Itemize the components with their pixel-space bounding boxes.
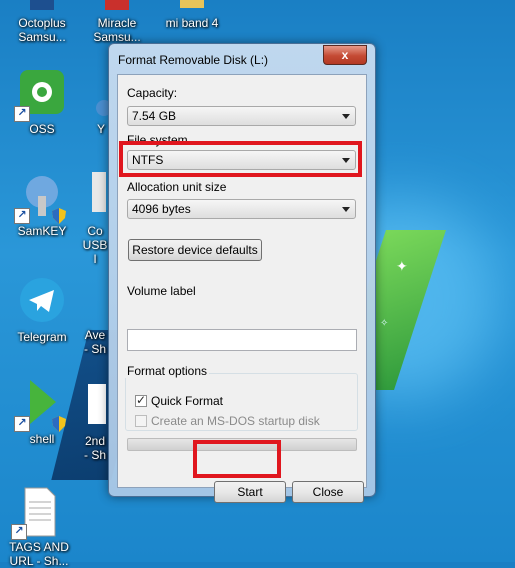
- shortcut-arrow-icon: ↗: [14, 106, 30, 122]
- desktop-icon-label: mi band 4: [165, 16, 219, 30]
- folder-icon: [166, 0, 218, 14]
- quick-format-label: Quick Format: [151, 394, 224, 408]
- capacity-value: 7.54 GB: [132, 109, 177, 123]
- dialog-titlebar[interactable]: Format Removable Disk (L:) x: [109, 44, 375, 74]
- desktop-icon-ave[interactable]: Ave - Sh: [80, 296, 110, 356]
- desktop-icon-samkey[interactable]: ↗ SamKEY: [3, 170, 81, 238]
- dialog-title: Format Removable Disk (L:): [118, 53, 269, 67]
- chevron-down-icon: [342, 114, 350, 119]
- desktop-icon-oss[interactable]: ↗ OSS: [3, 68, 81, 136]
- desktop-icon-label: 2nd - Sh: [83, 434, 106, 462]
- desktop-icon-label: Telegram: [17, 330, 67, 344]
- format-options-title: Format options: [125, 364, 210, 378]
- desktop-icon-2nd[interactable]: 2nd - Sh: [80, 380, 110, 462]
- allocation-label: Allocation unit size: [127, 180, 227, 194]
- desktop-icon-tags[interactable]: ↗ TAGS AND URL - Sh...: [0, 486, 78, 568]
- close-button[interactable]: Close: [292, 481, 364, 503]
- shortcut-arrow-icon: ↗: [11, 524, 27, 540]
- close-icon[interactable]: x: [323, 45, 367, 65]
- wallpaper-bird: ✦: [396, 258, 408, 274]
- volume-label-title: Volume label: [127, 284, 196, 298]
- allocation-value: 4096 bytes: [132, 202, 191, 216]
- desktop-icon-miband[interactable]: mi band 4: [153, 0, 231, 30]
- desktop-icon-miracle[interactable]: Miracle Samsu...: [78, 0, 156, 44]
- volume-label-input[interactable]: [127, 329, 357, 351]
- desktop-icon-label: Co USB I: [82, 224, 108, 266]
- highlight-start-box: [193, 440, 281, 478]
- chevron-down-icon: [342, 207, 350, 212]
- shortcut-arrow-icon: ↗: [14, 416, 30, 432]
- desktop-icon-label: TAGS AND URL - Sh...: [9, 540, 69, 568]
- dialog-body: Capacity: 7.54 GB File system NTFS Alloc…: [117, 74, 367, 503]
- desktop-icon-shell[interactable]: ↗ shell: [3, 378, 81, 446]
- quick-format-checkbox[interactable]: [135, 393, 147, 407]
- text-file-icon: ↗: [11, 486, 65, 540]
- samkey-icon: ↗: [14, 170, 68, 224]
- msdos-checkbox[interactable]: [135, 415, 147, 427]
- usb-icon: [80, 170, 110, 222]
- shield-icon: [52, 416, 66, 432]
- highlight-filesystem-box: [119, 141, 362, 177]
- shortcut-arrow-icon: ↗: [14, 208, 30, 224]
- telegram-icon: [16, 276, 68, 328]
- capacity-label: Capacity:: [127, 86, 178, 100]
- document-icon: [80, 380, 110, 432]
- format-dialog: Format Removable Disk (L:) x Capacity: 7…: [108, 43, 376, 503]
- desktop-icon-label: SamKEY: [17, 224, 67, 238]
- shell-icon: ↗: [14, 378, 68, 432]
- start-button[interactable]: Start: [214, 481, 286, 503]
- wallpaper-sparkle: ✧: [380, 318, 389, 329]
- capacity-select[interactable]: 7.54 GB: [127, 106, 356, 126]
- octoplus-icon: [16, 0, 68, 14]
- shortcut-icon: [80, 296, 110, 326]
- desktop-icon-label: shell: [29, 432, 55, 446]
- desktop-icon-label: Miracle Samsu...: [93, 16, 141, 44]
- desktop-icon-telegram[interactable]: Telegram: [3, 276, 81, 344]
- shield-icon: [52, 208, 66, 224]
- desktop-icon-label: Octoplus Samsu...: [18, 16, 66, 44]
- restore-defaults-button[interactable]: Restore device defaults: [128, 239, 262, 261]
- desktop-icon-label: OSS: [29, 122, 55, 136]
- msdos-label: Create an MS-DOS startup disk: [151, 414, 320, 428]
- miracle-icon: [91, 0, 143, 14]
- desktop-icon-usb[interactable]: Co USB I: [80, 170, 110, 266]
- desktop-icon-octoplus[interactable]: Octoplus Samsu...: [3, 0, 81, 44]
- desktop-icon-label: Ave - Sh: [83, 328, 106, 356]
- oss-icon: ↗: [14, 68, 68, 122]
- allocation-select[interactable]: 4096 bytes: [127, 199, 356, 219]
